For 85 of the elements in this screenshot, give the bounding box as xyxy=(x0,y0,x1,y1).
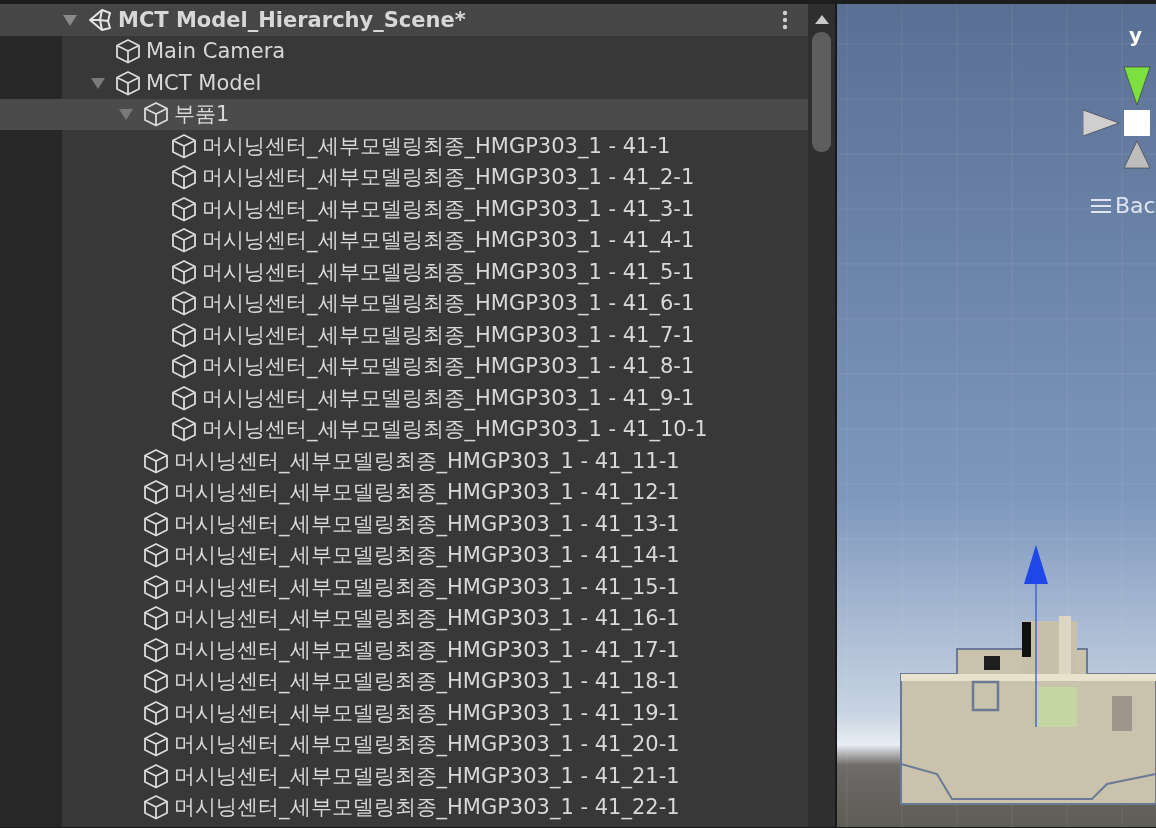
cube-icon xyxy=(115,69,141,96)
hierarchy-item[interactable]: 머시닝센터_세부모델링최종_HMGP303_1 - 41_17-1 xyxy=(0,634,808,666)
object-name: Main Camera xyxy=(146,39,286,64)
cube-icon xyxy=(171,132,197,159)
overlay-label: Bac xyxy=(1115,193,1156,218)
hierarchy-item[interactable]: 머시닝센터_세부모델링최종_HMGP303_1 - 41_19-1 xyxy=(0,697,808,729)
scene-header-row[interactable]: MCT Model_Hierarchy_Scene* xyxy=(0,4,808,36)
cube-icon xyxy=(143,668,169,695)
hierarchy-item[interactable]: 머시닝센터_세부모델링최종_HMGP303_1 - 41_9-1 xyxy=(0,382,808,414)
scroll-up-arrow-icon[interactable] xyxy=(814,14,829,24)
cube-icon xyxy=(143,699,169,726)
hierarchy-item[interactable]: 머시닝센터_세부모델링최종_HMGP303_1 - 41_8-1 xyxy=(0,350,808,382)
hierarchy-item[interactable]: 머시닝센터_세부모델링최종_HMGP303_1 - 41_13-1 xyxy=(0,508,808,540)
object-name: 머시닝센터_세부모델링최종_HMGP303_1 - 41_8-1 xyxy=(202,353,695,381)
hierarchy-item[interactable]: 머시닝센터_세부모델링최종_HMGP303_1 - 41_4-1 xyxy=(0,224,808,256)
object-name: 머시닝센터_세부모델링최종_HMGP303_1 - 41_11-1 xyxy=(174,447,680,475)
object-name: 머시닝센터_세부모델링최종_HMGP303_1 - 41_5-1 xyxy=(202,258,695,286)
object-name: 머시닝센터_세부모델링최종_HMGP303_1 - 41_13-1 xyxy=(174,510,680,538)
object-name: 머시닝센터_세부모델링최종_HMGP303_1 - 41_18-1 xyxy=(174,668,680,696)
object-name: 머시닝센터_세부모델링최종_HMGP303_1 - 41_19-1 xyxy=(174,699,680,727)
object-name: 머시닝센터_세부모델링최종_HMGP303_1 - 41_17-1 xyxy=(174,636,680,664)
cube-icon xyxy=(171,195,197,222)
object-name: 머시닝센터_세부모델링최종_HMGP303_1 - 41_21-1 xyxy=(174,762,680,790)
cube-icon xyxy=(143,447,169,474)
hierarchy-item[interactable]: 머시닝센터_세부모델링최종_HMGP303_1 - 41_7-1 xyxy=(0,319,808,351)
cube-icon xyxy=(171,321,197,348)
object-name: 머시닝센터_세부모델링최종_HMGP303_1 - 41_4-1 xyxy=(202,227,695,255)
move-handle-arrow[interactable] xyxy=(1024,545,1048,728)
cube-icon xyxy=(143,573,169,600)
cube-icon xyxy=(143,731,169,758)
object-name: 부품1 xyxy=(174,101,230,129)
cube-icon xyxy=(143,636,169,663)
object-name: 머시닝센터_세부모델링최종_HMGP303_1 - 41_7-1 xyxy=(202,321,695,349)
hierarchy-item[interactable]: 머시닝센터_세부모델링최종_HMGP303_1 - 41_2-1 xyxy=(0,161,808,193)
hierarchy-item[interactable]: 머시닝센터_세부모델링최종_HMGP303_1 - 41_10-1 xyxy=(0,413,808,445)
object-name: 머시닝센터_세부모델링최종_HMGP303_1 - 41_20-1 xyxy=(174,731,680,759)
object-name: 머시닝센터_세부모델링최종_HMGP303_1 - 41_16-1 xyxy=(174,605,680,633)
cube-icon xyxy=(171,227,197,254)
hierarchy-item[interactable]: 머시닝센터_세부모델링최종_HMGP303_1 - 41_20-1 xyxy=(0,728,808,760)
hierarchy-item[interactable]: MCT Model xyxy=(0,67,808,99)
cube-icon xyxy=(143,101,169,128)
object-name: 머시닝센터_세부모델링최종_HMGP303_1 - 41_14-1 xyxy=(174,542,680,570)
scene-name: MCT Model_Hierarchy_Scene* xyxy=(118,7,466,32)
hierarchy-item[interactable]: Main Camera xyxy=(0,35,808,67)
cube-icon xyxy=(171,164,197,191)
scrollbar-thumb[interactable] xyxy=(812,32,831,152)
object-name: MCT Model xyxy=(146,70,262,95)
cube-icon xyxy=(171,416,197,443)
cube-icon xyxy=(143,510,169,537)
hierarchy-item[interactable]: 머시닝센터_세부모델링최종_HMGP303_1 - 41_18-1 xyxy=(0,665,808,697)
cube-icon xyxy=(171,290,197,317)
cube-icon xyxy=(143,762,169,789)
hierarchy-item[interactable]: 머시닝센터_세부모델링최종_HMGP303_1 - 41_12-1 xyxy=(0,476,808,508)
hierarchy-item[interactable]: 머시닝센터_세부모델링최종_HMGP303_1 - 41_15-1 xyxy=(0,571,808,603)
hierarchy-item[interactable]: 머시닝센터_세부모델링최종_HMGP303_1 - 41_16-1 xyxy=(0,602,808,634)
cube-icon xyxy=(171,353,197,380)
cube-icon xyxy=(143,794,169,821)
menu-icon[interactable] xyxy=(1091,197,1111,214)
hierarchy-item[interactable]: 머시닝센터_세부모델링최종_HMGP303_1 - 41_14-1 xyxy=(0,539,808,571)
object-name: 머시닝센터_세부모델링최종_HMGP303_1 - 41_12-1 xyxy=(174,479,680,507)
hierarchy-item[interactable]: 머시닝센터_세부모델링최종_HMGP303_1 - 41_22-1 xyxy=(0,791,808,823)
hierarchy-item[interactable]: 머시닝센터_세부모델링최종_HMGP303_1 - 41-1 xyxy=(0,130,808,162)
object-name: 머시닝센터_세부모델링최종_HMGP303_1 - 41_15-1 xyxy=(174,573,680,601)
object-name: 머시닝센터_세부모델링최종_HMGP303_1 - 41_22-1 xyxy=(174,794,680,822)
object-name: 머시닝센터_세부모델링최종_HMGP303_1 - 41-1 xyxy=(202,132,671,160)
object-name: 머시닝센터_세부모델링최종_HMGP303_1 - 41_6-1 xyxy=(202,290,695,318)
hierarchy-item[interactable]: 머시닝센터_세부모델링최종_HMGP303_1 - 41_6-1 xyxy=(0,287,808,319)
hierarchy-item[interactable]: 머시닝센터_세부모델링최종_HMGP303_1 - 41_11-1 xyxy=(0,445,808,477)
object-name: 머시닝센터_세부모델링최종_HMGP303_1 - 41_2-1 xyxy=(202,164,695,192)
object-name: 머시닝센터_세부모델링최종_HMGP303_1 - 41_10-1 xyxy=(202,416,708,444)
cube-icon xyxy=(171,384,197,411)
cube-icon xyxy=(115,38,141,65)
cube-icon xyxy=(143,542,169,569)
cube-icon xyxy=(143,479,169,506)
hierarchy-item[interactable]: 머시닝센터_세부모델링최종_HMGP303_1 - 41_5-1 xyxy=(0,256,808,288)
object-name: 머시닝센터_세부모델링최종_HMGP303_1 - 41_3-1 xyxy=(202,195,695,223)
cube-icon xyxy=(143,605,169,632)
hierarchy-item[interactable]: 부품1 xyxy=(0,98,808,130)
cube-icon xyxy=(171,258,197,285)
more-options-icon[interactable] xyxy=(782,9,788,30)
hierarchy-item[interactable]: 머시닝센터_세부모델링최종_HMGP303_1 - 41_21-1 xyxy=(0,760,808,792)
object-name: 머시닝센터_세부모델링최종_HMGP303_1 - 41_9-1 xyxy=(202,384,695,412)
hierarchy-item[interactable]: 머시닝센터_세부모델링최종_HMGP303_1 - 41_3-1 xyxy=(0,193,808,225)
unity-logo-icon xyxy=(87,6,113,33)
axis-label: y xyxy=(1128,24,1142,46)
